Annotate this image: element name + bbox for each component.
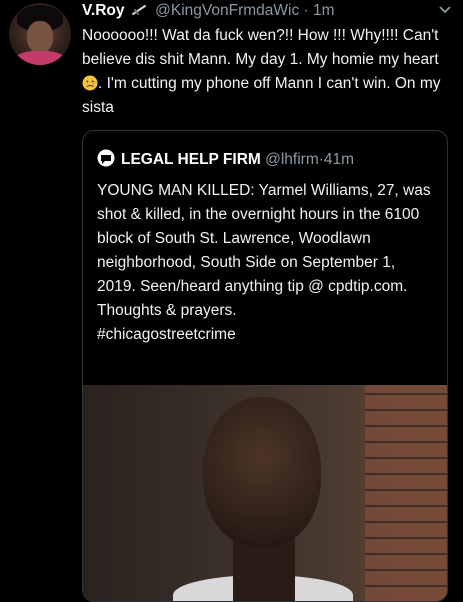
chat-bubble-logo-icon xyxy=(97,149,115,167)
timestamp[interactable]: 1m xyxy=(313,2,335,19)
quoted-handle[interactable]: @lhfirm xyxy=(265,151,319,168)
crying-face-icon xyxy=(82,75,98,91)
tweet-header: V.Roy @KingVonFrmdaWic · 1m xyxy=(82,2,452,22)
quoted-tweet-text: YOUNG MAN KILLED: Yarmel Williams, 27, w… xyxy=(97,179,437,347)
quoted-text-body: YOUNG MAN KILLED: Yarmel Williams, 27, w… xyxy=(97,182,431,319)
quoted-photo[interactable] xyxy=(83,385,447,601)
avatar-face xyxy=(27,21,53,53)
separator: · xyxy=(303,2,309,19)
tweet-text-part2: . I'm cutting my phone off Mann I can't … xyxy=(82,75,441,116)
quoted-tweet-header: LEGAL HELP FIRM @lhfirm·41m xyxy=(97,149,437,169)
handle[interactable]: @KingVonFrmdaWic xyxy=(155,2,299,19)
sword-emoji-icon xyxy=(131,5,146,15)
hashtag-link[interactable]: #chicagostreetcrime xyxy=(97,326,236,343)
photo-brick-wall xyxy=(365,385,447,601)
photo-person-head xyxy=(203,397,321,547)
tweet-text-part1: Noooooo!!! Wat da fuck wen?!! How !!! Wh… xyxy=(82,27,439,68)
tweet-text: Noooooo!!! Wat da fuck wen?!! How !!! Wh… xyxy=(82,24,454,120)
avatar[interactable] xyxy=(9,3,71,65)
avatar-shirt xyxy=(15,51,65,65)
quoted-tweet[interactable]: LEGAL HELP FIRM @lhfirm·41m YOUNG MAN KI… xyxy=(82,130,448,602)
quoted-timestamp[interactable]: 41m xyxy=(324,151,354,168)
display-name[interactable]: V.Roy xyxy=(82,2,125,19)
chevron-down-icon[interactable] xyxy=(438,2,452,16)
quoted-display-name[interactable]: LEGAL HELP FIRM xyxy=(121,151,261,168)
